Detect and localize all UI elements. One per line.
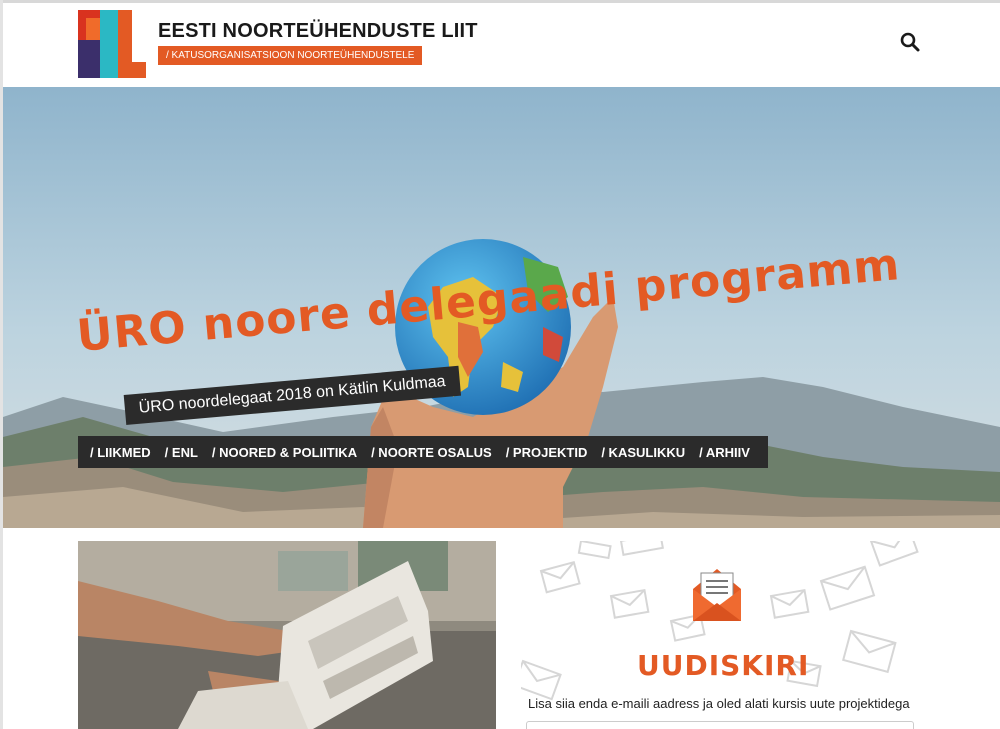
- envelope-icon: [689, 559, 745, 623]
- nav-item-projektid[interactable]: / PROJEKTID: [506, 445, 588, 460]
- nav-item-liikmed[interactable]: / LIIKMED: [90, 445, 151, 460]
- enl-logo-icon[interactable]: [78, 10, 146, 78]
- nav-item-arhiiv[interactable]: / ARHIIV: [699, 445, 750, 460]
- search-icon[interactable]: [899, 31, 921, 53]
- site-tagline: / KATUSORGANISATSIOON NOORTEÜHENDUSTELE: [158, 46, 423, 65]
- news-feature-image[interactable]: [78, 541, 496, 729]
- nav-item-noorte-osalus[interactable]: / NOORTE OSALUS: [371, 445, 492, 460]
- newsletter-title: UUDISKIRI: [637, 649, 810, 682]
- main-navigation: / LIIKMED / ENL / NOORED & POLIITIKA / N…: [78, 436, 768, 468]
- site-title[interactable]: EESTI NOORTEÜHENDUSTE LIIT: [158, 20, 478, 43]
- nav-item-noored-poliitika[interactable]: / NOORED & POLIITIKA: [212, 445, 357, 460]
- nav-item-kasulikku[interactable]: / KASULIKKU: [601, 445, 685, 460]
- nav-item-enl[interactable]: / ENL: [165, 445, 198, 460]
- newsletter-section: UUDISKIRI Lisa siia enda e-maili aadress…: [521, 541, 921, 729]
- hero-banner: ÜRO noore delegaadi programm ÜRO noordel…: [3, 87, 1000, 528]
- newsletter-email-input[interactable]: [526, 721, 914, 729]
- newsletter-description: Lisa siia enda e-maili aadress ja oled a…: [528, 696, 910, 711]
- site-header: EESTI NOORTEÜHENDUSTE LIIT / KATUSORGANI…: [3, 3, 1000, 87]
